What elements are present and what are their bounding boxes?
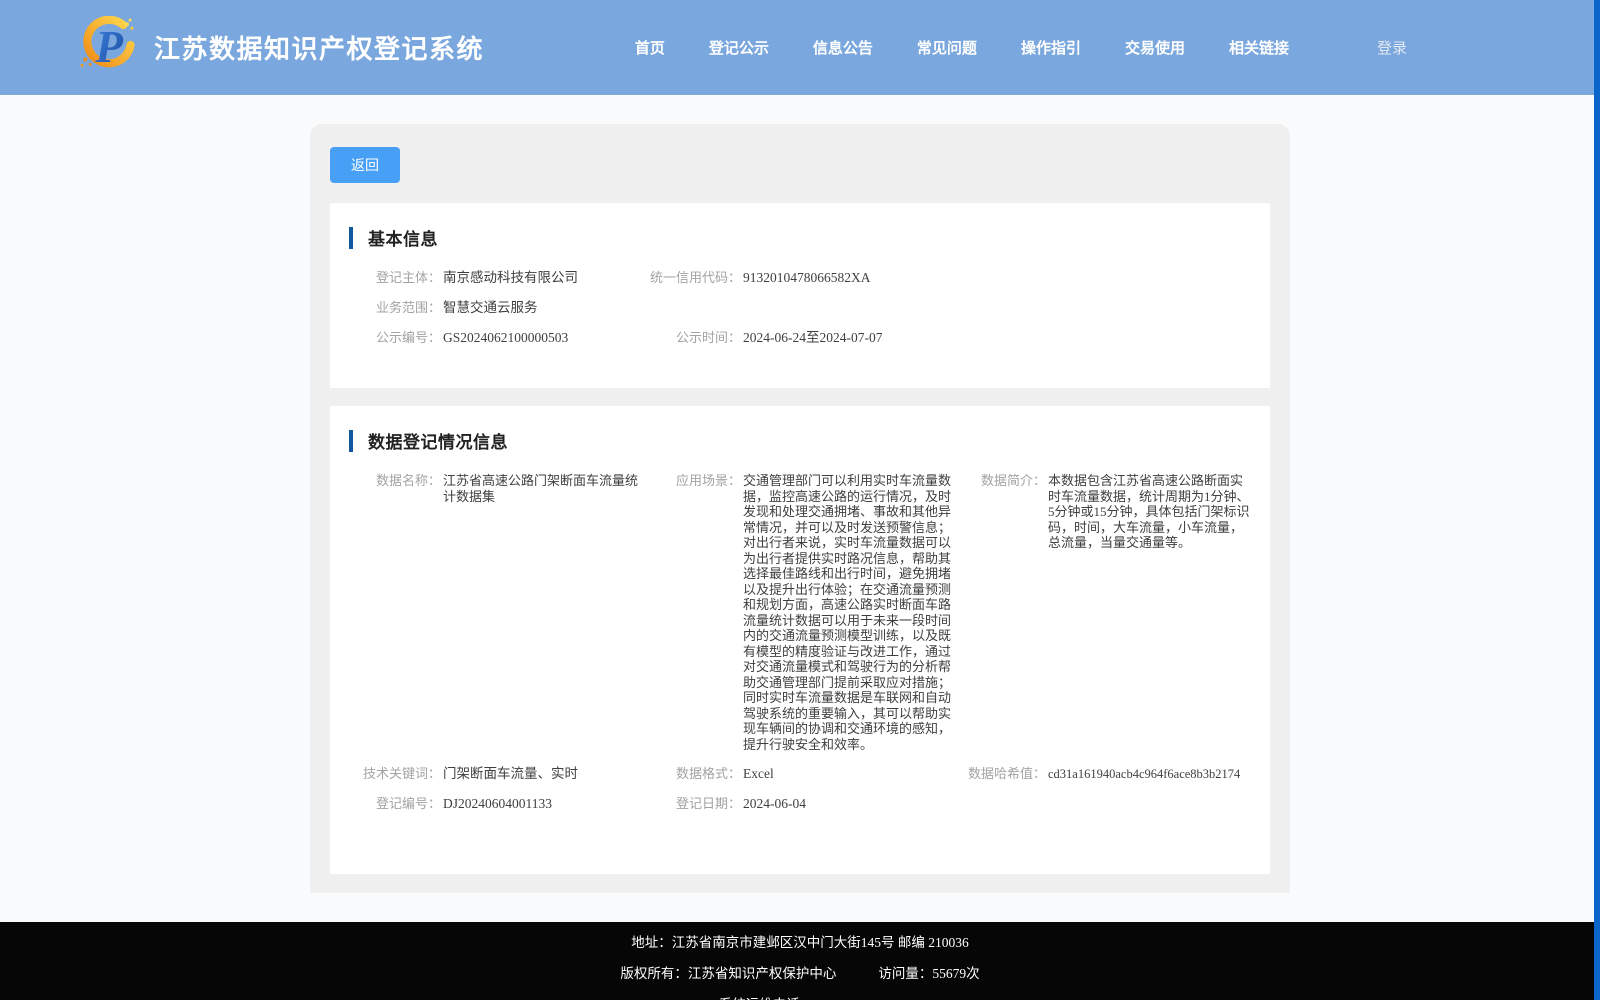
reg-date-value: 2024-06-04 xyxy=(741,796,806,812)
registrant-field: 登记主体： 南京感动科技有限公司 xyxy=(349,270,649,286)
footer-address: 地址：江苏省南京市建邺区汉中门大街145号 邮编 210036 xyxy=(0,936,1600,950)
svg-text:P: P xyxy=(94,22,123,72)
reg-no-value: DJ20240604001133 xyxy=(441,796,552,812)
data-format-label: 数据格式： xyxy=(649,766,741,782)
data-hash-field: 数据哈希值： cd31a161940acb4c964f6ace8b3b2174 xyxy=(954,766,1250,782)
section-bar-icon xyxy=(349,430,353,452)
basic-info-row: 业务范围： 智慧交通云服务 xyxy=(349,300,1250,316)
footer-copyright-line: 版权所有：江苏省知识产权保护中心 访问量：55679次 xyxy=(0,967,1600,981)
registration-info-row: 技术关键词： 门架断面车流量、实时 数据格式： Excel 数据哈希值： cd3… xyxy=(349,766,1250,782)
footer-copyright: 版权所有：江苏省知识产权保护中心 xyxy=(620,966,836,981)
keywords-label: 技术关键词： xyxy=(349,766,441,782)
registrant-label: 登记主体： xyxy=(349,270,441,286)
reg-no-label: 登记编号： xyxy=(349,796,441,812)
data-format-value: Excel xyxy=(741,766,774,782)
nav-item-trade-use[interactable]: 交易使用 xyxy=(1125,37,1185,58)
basic-info-row: 公示编号： GS2024062100000503 公示时间： 2024-06-2… xyxy=(349,330,1250,346)
data-name-value: 江苏省高速公路门架断面车流量统计数据集 xyxy=(441,473,649,504)
publicity-no-value: GS2024062100000503 xyxy=(441,330,568,346)
keywords-field: 技术关键词： 门架断面车流量、实时 xyxy=(349,766,649,782)
app-header: P 江苏数据知识产权登记系统 首页 登记公示 信息公告 常见问题 操作指引 交易… xyxy=(0,0,1600,95)
basic-info-section-title: 基本信息 xyxy=(368,225,438,250)
reg-date-label: 登记日期： xyxy=(649,796,741,812)
publicity-no-field: 公示编号： GS2024062100000503 xyxy=(349,330,649,346)
nav-item-guide[interactable]: 操作指引 xyxy=(1021,37,1081,58)
content-container: 返回 基本信息 登记主体： 南京感动科技有限公司 统一信用代码： 9132010… xyxy=(310,124,1290,893)
nav-item-links[interactable]: 相关链接 xyxy=(1229,37,1289,58)
data-name-label: 数据名称： xyxy=(349,473,441,489)
data-format-field: 数据格式： Excel xyxy=(649,766,954,782)
data-hash-label: 数据哈希值： xyxy=(954,766,1046,782)
publicity-period-value: 2024-06-24至2024-07-07 xyxy=(741,330,882,346)
nav-item-announcements[interactable]: 信息公告 xyxy=(813,37,873,58)
business-scope-value: 智慧交通云服务 xyxy=(441,300,538,316)
application-scenario-field: 应用场景： 交通管理部门可以利用实时车流量数据，监控高速公路的运行情况，及时发现… xyxy=(649,473,954,752)
nav-item-faq[interactable]: 常见问题 xyxy=(917,37,977,58)
nav-item-home[interactable]: 首页 xyxy=(635,37,665,58)
page-title: 江苏数据知识产权登记系统 xyxy=(154,29,484,66)
publicity-period-label: 公示时间： xyxy=(649,330,741,346)
basic-info-row: 登记主体： 南京感动科技有限公司 统一信用代码： 913201047806658… xyxy=(349,270,1250,286)
app-logo-icon[interactable]: P xyxy=(78,16,136,79)
section-bar-icon xyxy=(349,227,353,249)
back-button[interactable]: 返回 xyxy=(330,147,400,183)
data-hash-value: cd31a161940acb4c964f6ace8b3b2174 xyxy=(1046,766,1240,782)
registration-info-section-title: 数据登记情况信息 xyxy=(368,428,508,453)
footer-visit-count: 访问量：55679次 xyxy=(878,966,979,981)
keywords-value: 门架断面车流量、实时 xyxy=(441,766,578,782)
empty-cell xyxy=(954,796,1250,812)
main-area: 返回 基本信息 登记主体： 南京感动科技有限公司 统一信用代码： 9132010… xyxy=(0,124,1600,922)
registration-info-section-head: 数据登记情况信息 xyxy=(349,428,1250,453)
business-scope-field: 业务范围： 智慧交通云服务 xyxy=(349,300,649,316)
data-name-field: 数据名称： 江苏省高速公路门架断面车流量统计数据集 xyxy=(349,473,649,752)
reg-date-field: 登记日期： 2024-06-04 xyxy=(649,796,954,812)
empty-cell xyxy=(649,300,1250,316)
main-nav: 首页 登记公示 信息公告 常见问题 操作指引 交易使用 相关链接 xyxy=(635,37,1289,58)
registration-info-row: 数据名称： 江苏省高速公路门架断面车流量统计数据集 应用场景： 交通管理部门可以… xyxy=(349,473,1250,752)
login-link[interactable]: 登录 xyxy=(1377,37,1407,58)
registration-info-card: 数据登记情况信息 数据名称： 江苏省高速公路门架断面车流量统计数据集 应用场景：… xyxy=(330,406,1270,874)
registrant-value: 南京感动科技有限公司 xyxy=(441,270,578,286)
publicity-period-field: 公示时间： 2024-06-24至2024-07-07 xyxy=(649,330,1250,346)
nav-item-registration-publicity[interactable]: 登记公示 xyxy=(709,37,769,58)
basic-info-section-head: 基本信息 xyxy=(349,225,1250,250)
credit-code-field: 统一信用代码： 9132010478066582XA xyxy=(649,270,1250,286)
reg-no-field: 登记编号： DJ20240604001133 xyxy=(349,796,649,812)
registration-info-row: 登记编号： DJ20240604001133 登记日期： 2024-06-04 xyxy=(349,796,1250,812)
data-summary-field: 数据简介： 本数据包含江苏省高速公路断面实时车流量数据，统计周期为1分钟、5分钟… xyxy=(954,473,1250,752)
page-footer: 地址：江苏省南京市建邺区汉中门大街145号 邮编 210036 版权所有：江苏省… xyxy=(0,922,1600,1000)
credit-code-value: 9132010478066582XA xyxy=(741,270,871,286)
basic-info-card: 基本信息 登记主体： 南京感动科技有限公司 统一信用代码： 9132010478… xyxy=(330,203,1270,388)
credit-code-label: 统一信用代码： xyxy=(649,270,741,286)
application-scenario-value: 交通管理部门可以利用实时车流量数据，监控高速公路的运行情况，及时发现和处理交通拥… xyxy=(741,473,954,752)
business-scope-label: 业务范围： xyxy=(349,300,441,316)
scrollbar[interactable] xyxy=(1594,0,1600,1000)
data-summary-label: 数据简介： xyxy=(954,473,1046,489)
application-scenario-label: 应用场景： xyxy=(649,473,741,489)
data-summary-value: 本数据包含江苏省高速公路断面实时车流量数据，统计周期为1分钟、5分钟或15分钟，… xyxy=(1046,473,1250,551)
publicity-no-label: 公示编号： xyxy=(349,330,441,346)
